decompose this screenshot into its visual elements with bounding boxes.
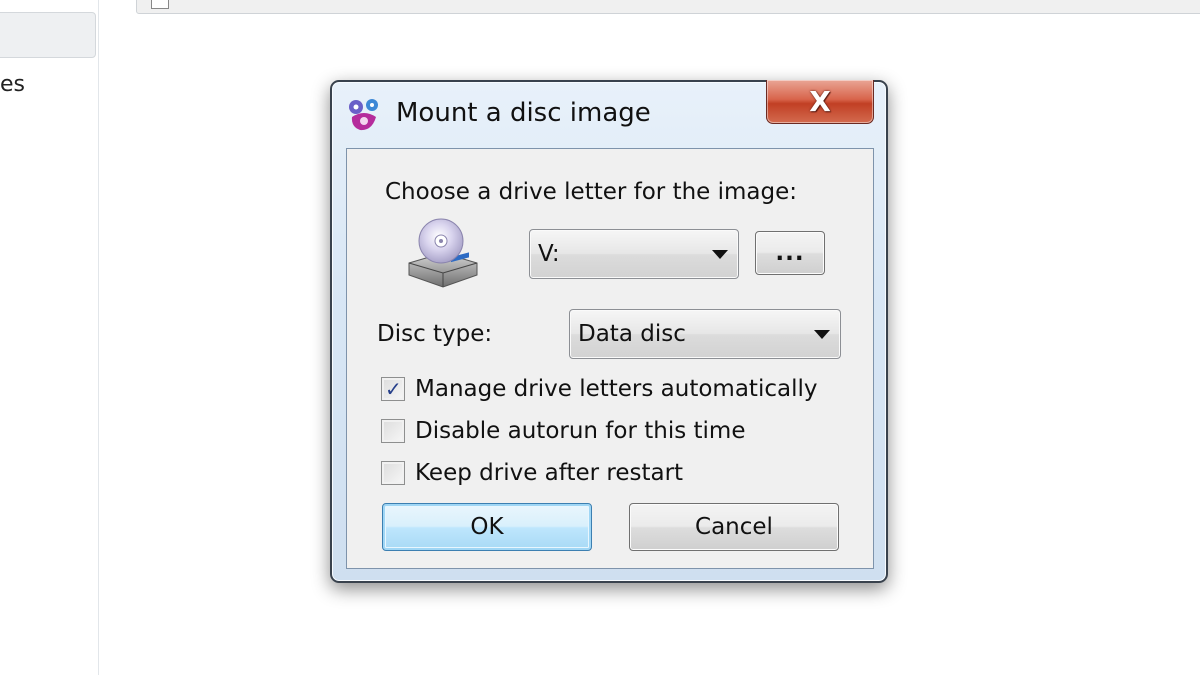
chevron-down-icon <box>712 250 728 259</box>
background-address-bar <box>136 0 1200 14</box>
keep-drive-option[interactable]: Keep drive after restart <box>381 458 683 488</box>
ok-button[interactable]: OK <box>382 503 592 551</box>
drive-letter-dropdown[interactable]: V: <box>529 229 739 279</box>
manage-drive-letters-option[interactable]: ✓ Manage drive letters automatically <box>381 374 817 404</box>
disable-autorun-checkbox[interactable] <box>381 419 405 443</box>
disable-autorun-option[interactable]: Disable autorun for this time <box>381 416 746 446</box>
manage-drive-letters-checkbox[interactable]: ✓ <box>381 377 405 401</box>
disc-type-label: Disc type: <box>377 321 493 347</box>
background-sidebar-item[interactable]: es <box>0 72 25 97</box>
keep-drive-checkbox[interactable] <box>381 461 405 485</box>
disable-autorun-label[interactable]: Disable autorun for this time <box>415 418 746 444</box>
mount-disc-image-dialog: Mount a disc image X Choose a drive lett… <box>330 80 888 583</box>
background-sidebar: es <box>0 0 99 675</box>
close-button[interactable]: X <box>766 80 874 124</box>
disc-type-value: Data disc <box>578 321 686 347</box>
drive-letter-label: Choose a drive letter for the image: <box>385 179 798 205</box>
cancel-button[interactable]: Cancel <box>629 503 839 551</box>
chevron-down-icon <box>814 330 830 339</box>
checkmark-icon: ✓ <box>385 377 402 401</box>
drive-letter-value: V: <box>538 241 560 267</box>
manage-drive-letters-label[interactable]: Manage drive letters automatically <box>415 376 817 402</box>
dialog-title: Mount a disc image <box>396 98 651 128</box>
dialog-client-area: Choose a drive letter for the image: V: … <box>346 148 874 569</box>
keep-drive-label[interactable]: Keep drive after restart <box>415 460 683 486</box>
disc-drive-icon <box>408 218 478 288</box>
daemon-tools-icon <box>349 99 378 131</box>
browse-button[interactable]: ... <box>755 231 825 275</box>
background-checkbox <box>151 0 169 9</box>
disc-type-dropdown[interactable]: Data disc <box>569 309 841 359</box>
background-sidebar-selected-item[interactable] <box>0 12 96 58</box>
